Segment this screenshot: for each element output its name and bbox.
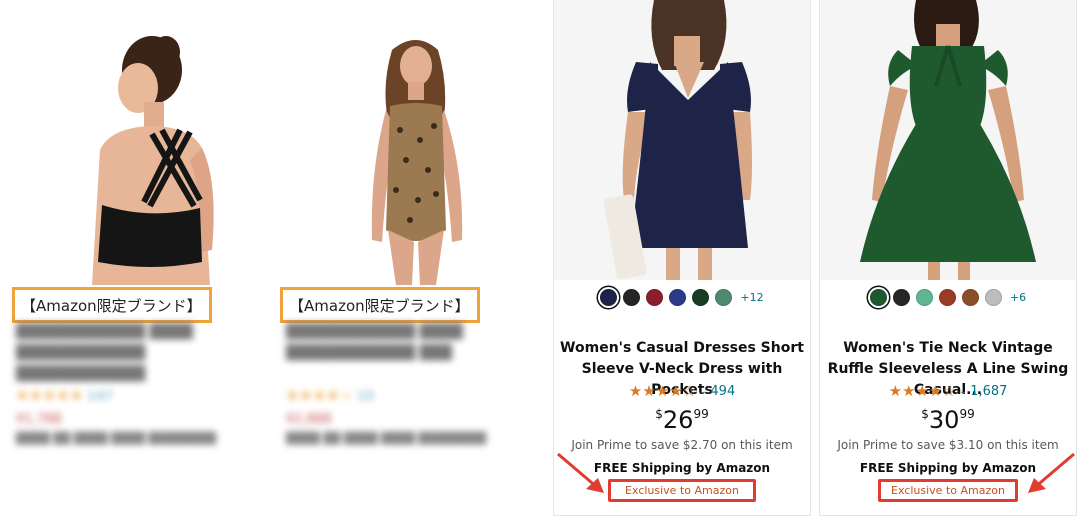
product-title[interactable]: ████████████ ████ ████████████ ███: [286, 322, 526, 364]
product-price: ¥2,888: [286, 412, 332, 427]
stars-glyphs: ★★★★☆: [286, 388, 354, 404]
rating-stars: ★★★★★ 147: [16, 388, 114, 404]
review-count: 15: [357, 389, 376, 403]
price-symbol: $: [655, 407, 663, 421]
color-swatch[interactable]: [915, 289, 933, 306]
product-price: ¥1,788: [16, 412, 62, 427]
color-swatch[interactable]: [692, 289, 710, 306]
more-colors-link[interactable]: +12: [740, 291, 763, 304]
product-image-leopard-swimsuit[interactable]: [330, 30, 500, 285]
color-swatch[interactable]: [715, 289, 733, 306]
price-symbol: $: [921, 407, 929, 421]
color-swatch[interactable]: [623, 289, 641, 306]
color-swatch[interactable]: [938, 289, 956, 306]
product-image-green-dress[interactable]: [820, 0, 1076, 280]
brand-label-box: 【Amazon限定ブランド】: [280, 287, 480, 323]
color-swatches: +6: [820, 289, 1076, 306]
review-count: 147: [87, 389, 114, 403]
product-image-navy-dress[interactable]: [554, 0, 810, 280]
color-swatches: +12: [554, 289, 810, 306]
product-note: ████ ██ ████ ████ ████████: [286, 432, 487, 445]
more-colors-link[interactable]: +6: [1010, 291, 1026, 304]
brand-label-box: 【Amazon限定ブランド】: [12, 287, 212, 323]
product-card-2: +6 Women's Tie Neck Vintage Ruffle Sleev…: [819, 0, 1077, 516]
review-count-link[interactable]: 1,687: [970, 384, 1007, 399]
product-price: $3099: [820, 406, 1076, 434]
color-swatch[interactable]: [892, 289, 910, 306]
color-swatch[interactable]: [984, 289, 1002, 306]
rating-stars[interactable]: ★★★★☆: [629, 382, 696, 400]
product-card-1: +12 Women's Casual Dresses Short Sleeve …: [553, 0, 811, 516]
product-title[interactable]: ████████████ ████ ████████████ █████████…: [16, 322, 256, 385]
color-swatch[interactable]: [869, 289, 887, 306]
color-swatch[interactable]: [600, 289, 618, 306]
product-tile-jp-1[interactable]: 【Amazon限定ブランド】 ████████████ ████ ███████…: [0, 0, 262, 516]
stars-glyphs: ★★★★★: [16, 388, 84, 404]
product-image-sports-bra[interactable]: [40, 30, 240, 285]
rating-row: ★★★★☆ ⌄ 494: [554, 382, 810, 400]
price-whole: 30: [928, 406, 960, 434]
color-swatch[interactable]: [669, 289, 687, 306]
chevron-down-icon[interactable]: ⌄: [959, 386, 967, 397]
rating-row: ★★★★☆ ⌄ 1,687: [820, 382, 1076, 400]
rating-stars[interactable]: ★★★★☆: [889, 382, 956, 400]
product-price: $2699: [554, 406, 810, 434]
product-tile-jp-2[interactable]: 【Amazon限定ブランド】 ████████████ ████ ███████…: [270, 0, 532, 516]
rating-stars: ★★★★☆ 15: [286, 388, 375, 404]
review-count-link[interactable]: 494: [710, 384, 735, 399]
price-whole: 26: [662, 406, 694, 434]
exclusive-badge: Exclusive to Amazon: [608, 479, 756, 502]
chevron-down-icon[interactable]: ⌄: [699, 386, 707, 397]
annotation-arrow-right: [1028, 452, 1075, 493]
color-swatch[interactable]: [961, 289, 979, 306]
exclusive-badge: Exclusive to Amazon: [878, 479, 1018, 502]
annotation-arrow-left: [557, 452, 604, 493]
page: 【Amazon限定ブランド】 ████████████ ████ ███████…: [0, 0, 1080, 516]
price-fraction: 99: [693, 407, 709, 421]
color-swatch[interactable]: [646, 289, 664, 306]
product-note: ████ ██ ████ ████ ████████: [16, 432, 217, 445]
price-fraction: 99: [959, 407, 975, 421]
